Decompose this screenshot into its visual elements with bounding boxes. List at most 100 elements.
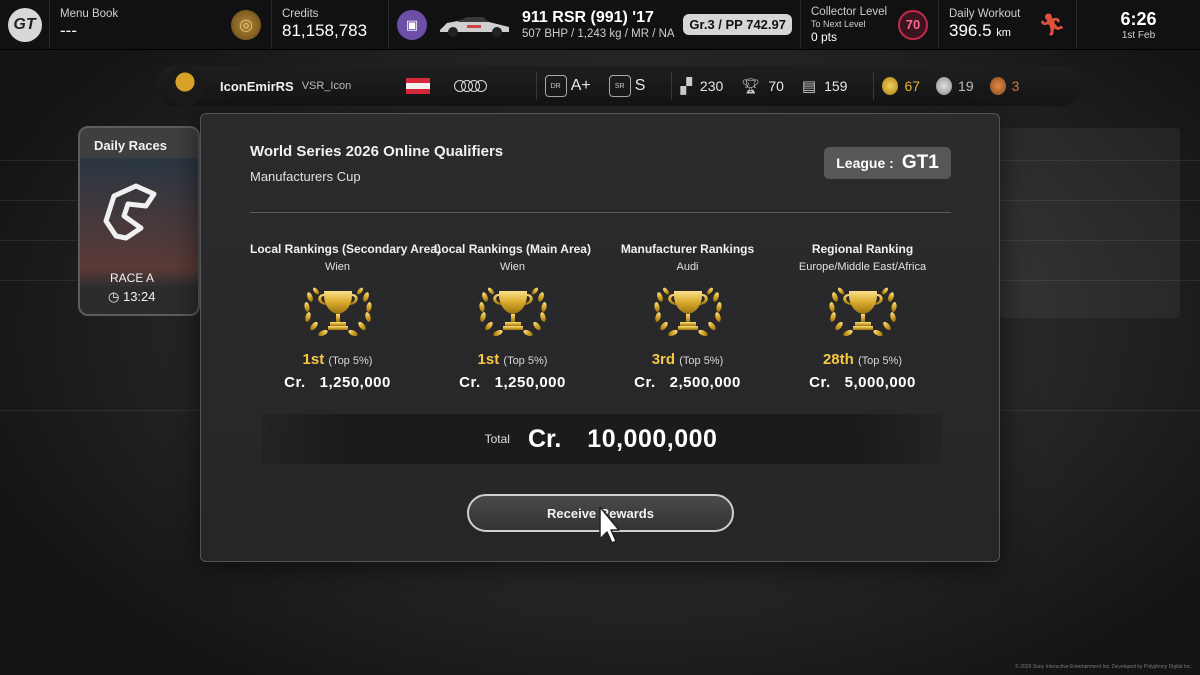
menu-book-status[interactable]: Menu Book --- ◎ (50, 0, 272, 49)
ranking-reward: Cr. 5,000,000 (775, 374, 950, 391)
menu-book-icon: ◎ (231, 9, 261, 40)
top5-icon: ▤ (801, 78, 817, 95)
credits-status: Credits 81,158,783 (272, 0, 389, 49)
ranking-reward-amount: 1,250,000 (319, 374, 391, 391)
ranking-area: Audi (676, 261, 699, 273)
ranking-reward-amount: 2,500,000 (669, 374, 741, 391)
total-reward: Total Cr. 10,000,000 (261, 414, 941, 464)
dr-value: A+ (570, 77, 591, 94)
ranking-top-percent: (Top 5%) (857, 355, 903, 367)
daily-workout[interactable]: Daily Workout 396.5 km 🏃︎ (939, 0, 1077, 49)
ranking-reward: Cr. 1,250,000 (250, 374, 425, 391)
ranking-area: Wien (499, 261, 526, 273)
ranking-reward-currency: Cr. (634, 374, 656, 391)
avatar (165, 66, 205, 106)
ranking-top-percent: (Top 5%) (679, 355, 724, 367)
total-currency: Cr. (527, 424, 562, 453)
ranking-position-value: 3rd (651, 351, 676, 368)
gold-medal-icon (882, 77, 899, 95)
league-value: GT1 (901, 152, 939, 173)
car-spec: 507 BHP / 1,243 kg / MR / NA (522, 27, 675, 40)
laurel-trophy-icon (473, 285, 553, 341)
driver-rating: DR A+ (544, 75, 591, 97)
ranking-position: 3rd (Top 5%) (600, 351, 775, 368)
race-timer: ◷ 13:24 (108, 289, 156, 304)
total-label: Total (484, 432, 510, 446)
bronze-medals: 3 (989, 77, 1020, 95)
collector-level-badge: 70 (898, 9, 928, 40)
ranking-position-value: 1st (302, 351, 325, 368)
ranking-reward-currency: Cr. (284, 374, 306, 391)
workout-value: 396.5 (949, 21, 992, 40)
ranking-area: Wien (324, 261, 351, 273)
total-value: 10,000,000 (587, 424, 718, 453)
ranking-top-percent: (Top 5%) (328, 355, 373, 367)
sr-value: S (634, 77, 646, 94)
ranking-area: Europe/Middle East/Africa (798, 261, 927, 273)
ranking-position: 28th (Top 5%) (775, 351, 950, 368)
sr-icon: SR (608, 75, 631, 97)
profile-name: IconEmirRS (220, 78, 294, 94)
dialog-subtitle: Manufacturers Cup (250, 169, 361, 184)
menu-book-value: --- (60, 21, 77, 40)
bronze-medal-icon (989, 77, 1006, 95)
menu-book-label: Menu Book (60, 8, 119, 20)
ranking-item: Manufacturer Rankings Audi 3rd (Top 5%) … (600, 242, 775, 391)
garage-icon: ▣ (397, 9, 427, 40)
ranking-name: Local Rankings (Secondary Area) (250, 242, 441, 256)
wins-stat: 🏆︎ 70 (741, 77, 784, 95)
top5-value: 159 (824, 78, 848, 94)
ranking-reward-amount: 5,000,000 (844, 374, 916, 391)
current-car[interactable]: ▣ 911 RSR (991) '17 507 BHP / 1,243 kg /… (389, 0, 801, 49)
ranking-position-value: 28th (822, 351, 854, 368)
runner-icon: 🏃︎ (1038, 11, 1066, 37)
ranking-item: Local Rankings (Main Area) Wien 1st (Top… (425, 242, 600, 391)
ranking-item: Regional Ranking Europe/Middle East/Afri… (775, 242, 950, 391)
bronze-medal-count: 3 (1011, 78, 1020, 94)
silver-medal-count: 19 (958, 78, 974, 94)
track-map-icon (103, 183, 157, 241)
gold-medals: 67 (882, 77, 920, 95)
sportsmanship-rating: SR S (608, 75, 646, 97)
laurel-trophy-icon (823, 285, 903, 341)
clock-date: 1st Feb (1121, 29, 1156, 41)
ranking-reward: Cr. 1,250,000 (425, 374, 600, 391)
workout-unit: km (996, 27, 1011, 39)
laurel-trophy-icon (298, 285, 378, 341)
daily-races-title: Daily Races (94, 138, 167, 153)
car-class-badge: Gr.3 / PP 742.97 (683, 14, 792, 35)
profile-tag: VSR_Icon (301, 80, 352, 92)
ranking-reward-amount: 1,250,000 (494, 374, 566, 391)
divider (535, 72, 537, 100)
ranking-reward: Cr. 2,500,000 (600, 374, 775, 391)
collector-level[interactable]: Collector Level To Next Level 0 pts 70 (801, 0, 939, 49)
gt-logo-button[interactable]: GT (0, 0, 50, 49)
silver-medal-icon (936, 77, 953, 95)
collector-sub: To Next Level (811, 18, 866, 29)
races-value: 230 (699, 78, 724, 94)
silver-medals: 19 (936, 77, 974, 95)
ranking-top-percent: (Top 5%) (503, 355, 548, 367)
dialog-title: World Series 2026 Online Qualifiers (250, 143, 504, 160)
ranking-position: 1st (Top 5%) (425, 351, 600, 368)
divider (671, 72, 673, 100)
trophy-icon: 🏆︎ (741, 78, 761, 95)
clock: 6:26 1st Feb (1077, 0, 1200, 49)
ranking-name: Local Rankings (Main Area) (434, 242, 591, 256)
car-name: 911 RSR (991) '17 (522, 8, 654, 26)
daily-races-card[interactable]: Daily Races RACE A ◷ 13:24 (78, 126, 200, 316)
divider (873, 72, 875, 100)
wins-value: 70 (768, 78, 784, 94)
bg-panel (1000, 128, 1180, 318)
league-badge: League : GT1 (824, 147, 951, 179)
ranking-item: Local Rankings (Secondary Area) Wien 1st… (250, 242, 441, 391)
ranking-reward-currency: Cr. (459, 374, 481, 391)
race-timer-value: 13:24 (122, 289, 156, 304)
top5-stat: ▤ 159 (802, 77, 848, 95)
credits-value: 81,158,783 (282, 21, 368, 40)
car-thumbnail (440, 16, 509, 37)
collector-label: Collector Level (811, 5, 888, 18)
profile-bar[interactable]: IconEmirRS VSR_Icon DR A+ SR S ▞ 230 🏆︎ … (155, 66, 1082, 106)
race-label: RACE A (110, 271, 155, 285)
ranking-name: Manufacturer Rankings (620, 242, 755, 256)
